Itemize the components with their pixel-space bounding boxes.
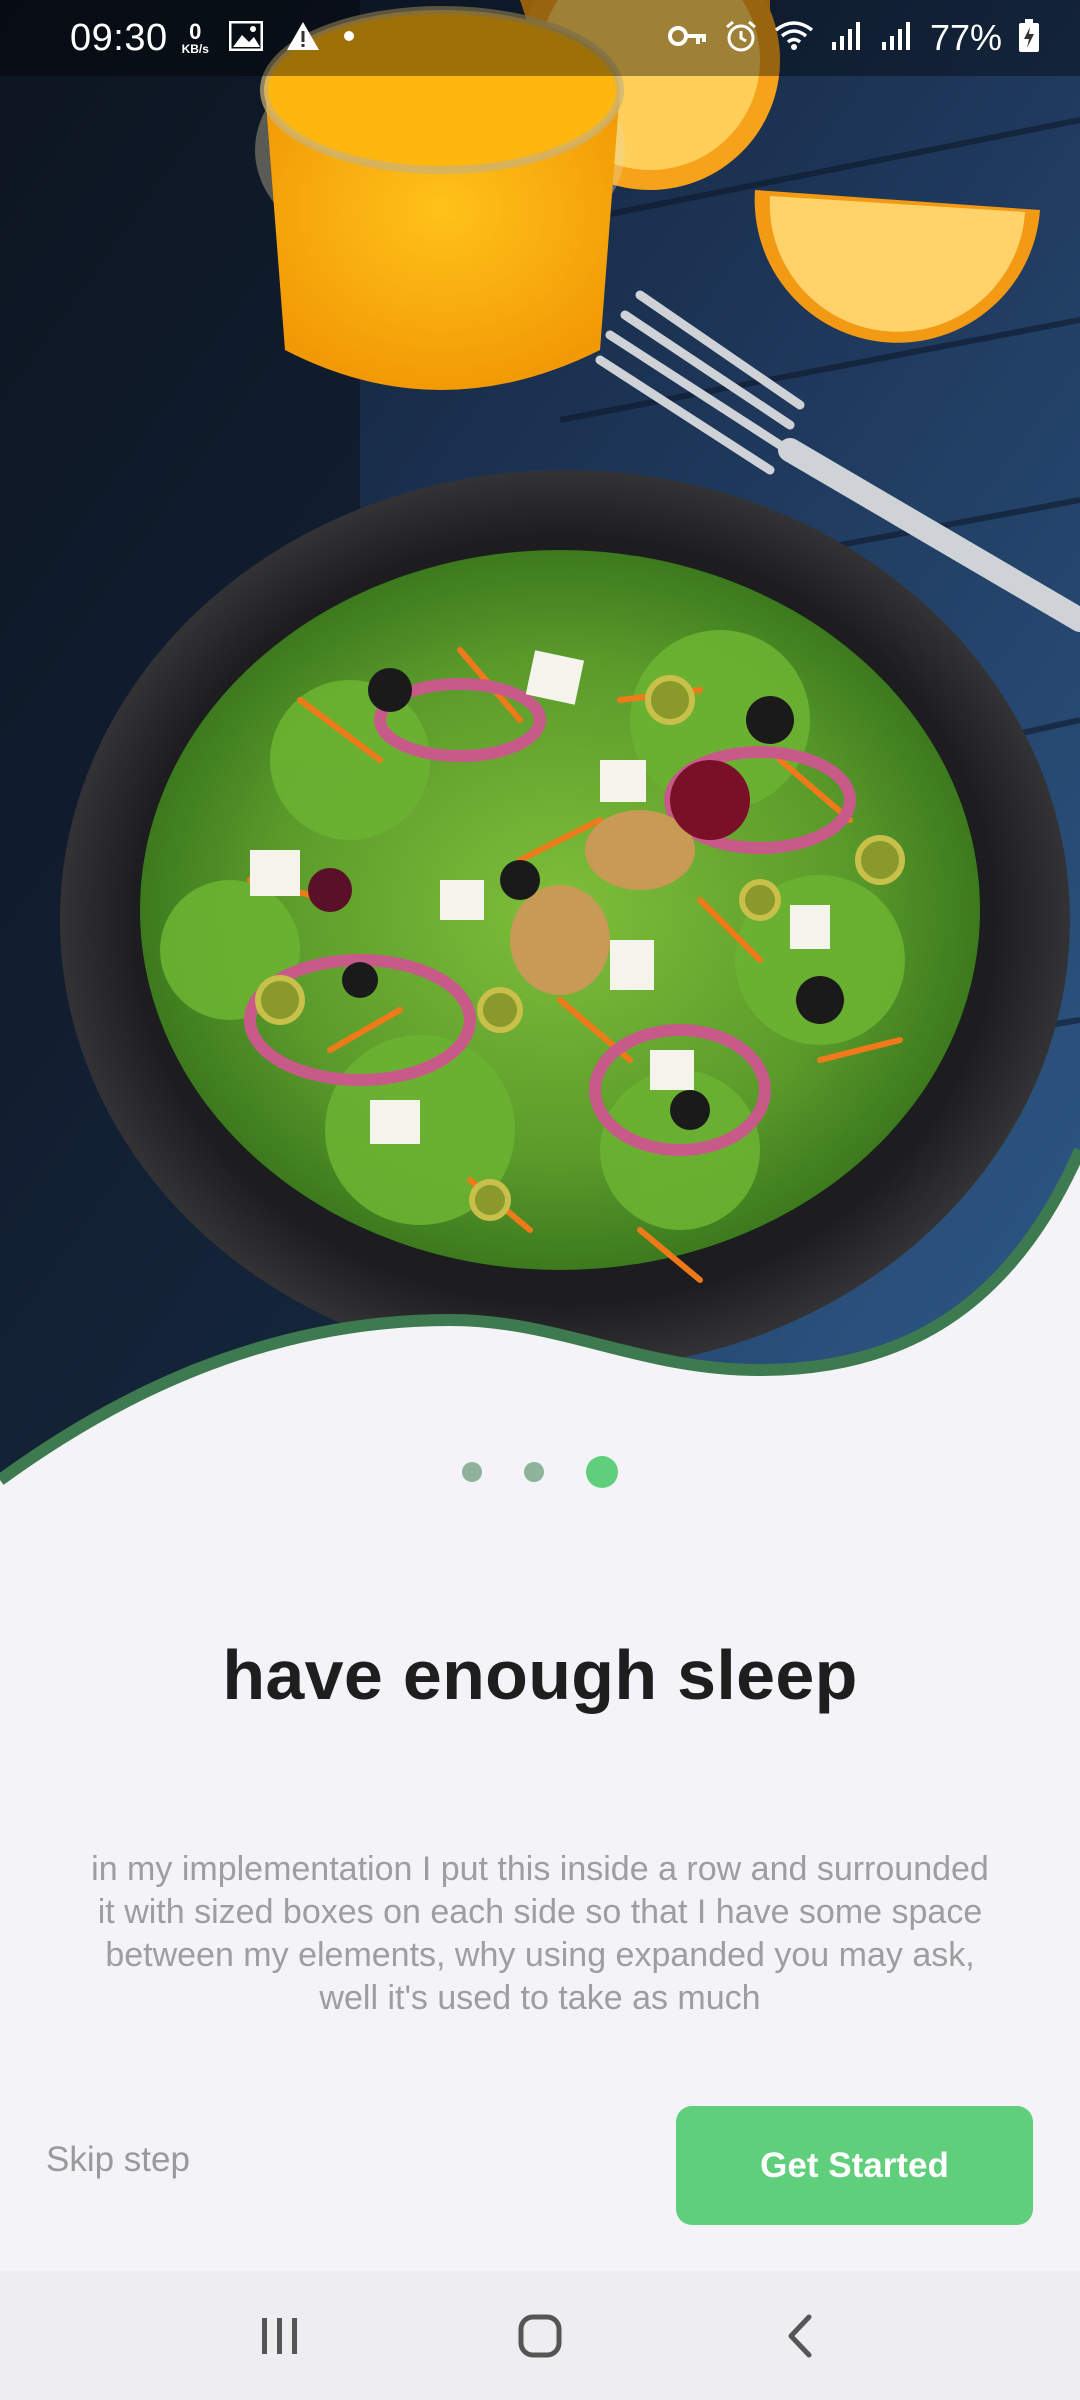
- net-speed-unit: KB/s: [181, 42, 209, 56]
- page-dot-2[interactable]: [524, 1462, 544, 1482]
- wifi-icon: [774, 20, 814, 57]
- page-dot-1[interactable]: [462, 1462, 482, 1482]
- vpn-key-icon: [667, 24, 708, 53]
- page-indicator: [0, 1456, 1080, 1488]
- system-nav-bar: [0, 2271, 1080, 2400]
- page-dot-3-active[interactable]: [586, 1456, 618, 1488]
- skip-step-button[interactable]: Skip step: [46, 2140, 190, 2180]
- signal-icon: [880, 20, 914, 57]
- onboarding-screen: 09:30 0 KB/s 77% have enough sleep in my…: [0, 0, 1080, 2400]
- battery-charging-icon: [1018, 18, 1040, 58]
- home-icon[interactable]: [500, 2296, 580, 2376]
- status-time: 09:30: [70, 16, 168, 59]
- onboarding-description: in my implementation I put this inside a…: [91, 1850, 989, 2017]
- hero-image: [0, 0, 1080, 1500]
- gallery-icon: [228, 20, 264, 56]
- net-speed-value: 0: [189, 19, 202, 44]
- warning-icon: [285, 20, 321, 57]
- alarm-icon: [724, 19, 758, 58]
- recent-apps-icon[interactable]: [240, 2296, 320, 2376]
- onboarding-title: have enough sleep: [222, 1636, 858, 1714]
- get-started-button[interactable]: Get Started: [676, 2106, 1033, 2225]
- battery-percent: 77%: [929, 17, 1002, 58]
- back-icon[interactable]: [760, 2296, 840, 2376]
- status-bar: 09:30 0 KB/s 77%: [0, 0, 1080, 76]
- dot-icon: [343, 29, 355, 47]
- signal-icon: [830, 20, 864, 57]
- net-speed: 0 KB/s: [181, 19, 209, 56]
